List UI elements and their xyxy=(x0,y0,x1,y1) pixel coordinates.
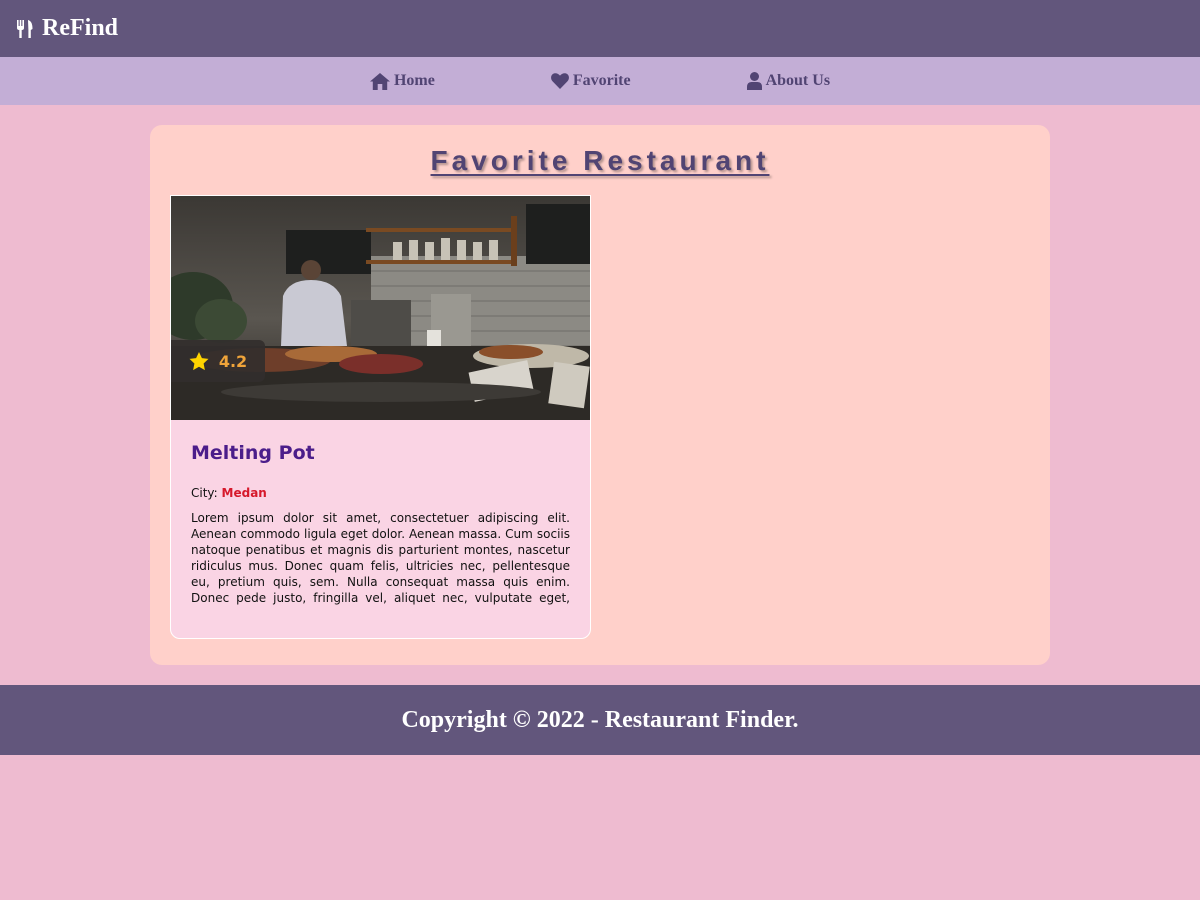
restaurant-image: 4.2 xyxy=(171,196,590,420)
heart-icon xyxy=(550,73,569,89)
rating-badge: 4.2 xyxy=(171,340,265,382)
restaurant-name[interactable]: Melting Pot xyxy=(191,442,570,464)
utensils-icon xyxy=(16,19,34,39)
city-name: Medan xyxy=(221,486,267,500)
restaurant-description: Lorem ipsum dolor sit amet, consectetuer… xyxy=(191,511,570,605)
rating-value: 4.2 xyxy=(218,351,248,371)
copyright-text: Copyright © 2022 - Restaurant Finder. xyxy=(401,706,799,733)
home-icon xyxy=(369,72,390,90)
nav-item-label: Home xyxy=(393,72,435,89)
favorites-panel: Favorite Restaurant 4.2 Melting Pot City… xyxy=(150,125,1050,665)
footer: Copyright © 2022 - Restaurant Finder. xyxy=(0,685,1200,755)
card-body: Melting Pot City: Medan Lorem ipsum dolo… xyxy=(171,420,590,618)
restaurant-city: City: Medan xyxy=(191,486,570,500)
nav-item-label: About Us xyxy=(765,72,831,89)
star-icon xyxy=(189,351,209,371)
restaurant-card[interactable]: 4.2 Melting Pot City: Medan Lorem ipsum … xyxy=(170,195,591,639)
user-icon xyxy=(746,72,762,90)
main-content: Favorite Restaurant 4.2 Melting Pot City… xyxy=(0,105,1200,685)
main-nav: Home Favorite About Us xyxy=(0,57,1200,105)
nav-item-home[interactable]: Home xyxy=(369,72,435,90)
city-label: City: xyxy=(191,486,218,500)
app-bar: ReFind xyxy=(0,0,1200,57)
nav-item-about[interactable]: About Us xyxy=(746,72,831,90)
brand-link[interactable]: ReFind xyxy=(16,15,118,42)
nav-item-label: Favorite xyxy=(572,72,631,89)
page-title: Favorite Restaurant xyxy=(430,145,770,176)
brand-name: ReFind xyxy=(42,15,119,41)
nav-item-favorite[interactable]: Favorite xyxy=(550,72,631,90)
